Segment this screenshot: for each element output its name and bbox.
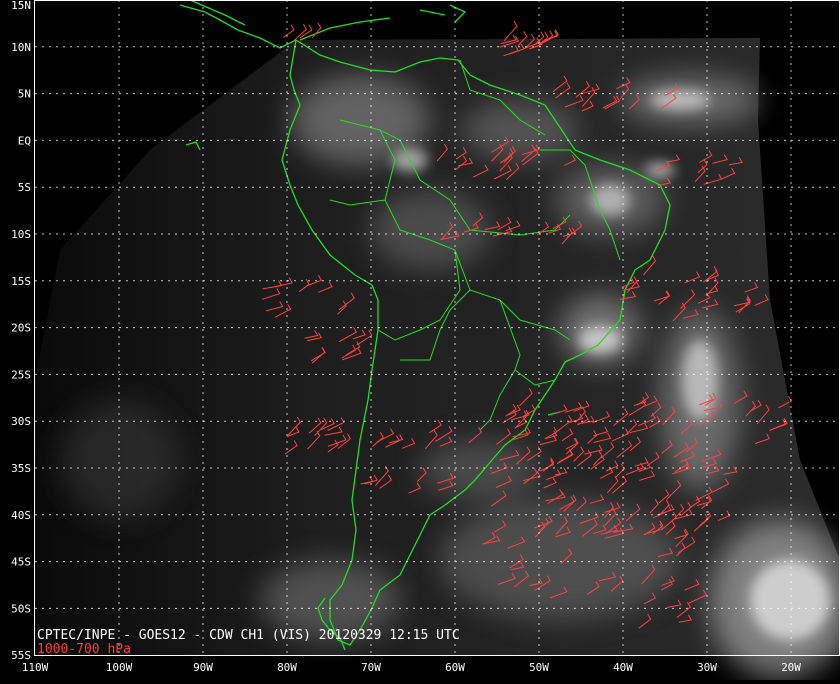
latitude-label: 15N xyxy=(11,0,31,12)
latitude-label: 10N xyxy=(11,41,31,54)
longitude-label: 90W xyxy=(193,661,213,674)
latitude-label: 45S xyxy=(11,556,31,569)
longitude-label: 80W xyxy=(277,661,297,674)
longitude-label: 30W xyxy=(697,661,717,674)
longitude-label: 50W xyxy=(529,661,549,674)
latitude-label: 50S xyxy=(11,602,31,615)
satellite-map-viewer: 15N 10N 5N EQ 5S 10S 15S 20S 25S 30S 35S 40S 45S 50S 5… xyxy=(0,0,840,680)
longitude-label: 20W xyxy=(781,661,801,674)
longitude-label: 60W xyxy=(445,661,465,674)
pressure-level-caption: 1000-700 hPa xyxy=(37,642,131,657)
satellite-map: 15N 10N 5N EQ 5S 10S 15S 20S 25S 30S 35S 40S 45S 50S 5… xyxy=(0,0,840,680)
longitude-label: 70W xyxy=(361,661,381,674)
latitude-label: 25S xyxy=(11,368,31,381)
longitude-label: 100W xyxy=(106,661,133,674)
latitude-label: 15S xyxy=(11,275,31,288)
longitude-label: 40W xyxy=(613,661,633,674)
latitude-label: 10S xyxy=(11,228,31,241)
latitude-label: 30S xyxy=(11,415,31,428)
latitude-label: 5S xyxy=(18,181,31,194)
image-caption: CPTEC/INPE - GOES12 - CDW CH1 (VIS) 2012… xyxy=(37,628,460,643)
latitude-label: 35S xyxy=(11,462,31,475)
longitude-label: 110W xyxy=(22,661,49,674)
latitude-label: 40S xyxy=(11,509,31,522)
latitude-label: 5N xyxy=(18,88,31,101)
latitude-label: EQ xyxy=(18,134,31,147)
latitude-label: 20S xyxy=(11,322,31,335)
